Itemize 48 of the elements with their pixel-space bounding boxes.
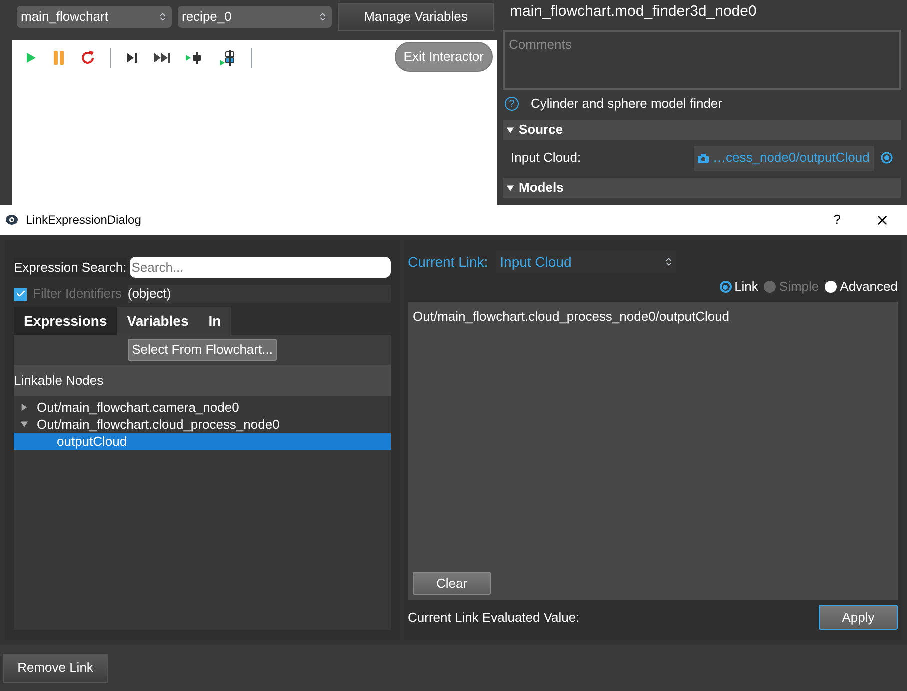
tab[interactable]: Variables [117,307,199,335]
fast-forward-icon[interactable] [153,51,171,65]
section-header[interactable]: Models [503,178,901,198]
link-radio-icon[interactable] [881,152,893,164]
manage-variables-button[interactable]: Manage Variables [338,3,494,31]
field-label: Input Cloud: [511,149,582,168]
filter-label: Filter Identifiers [33,285,122,304]
apply-button[interactable]: Apply [819,605,898,630]
current-link-select[interactable]: Input Cloud [496,251,676,273]
expanded-arrow-icon[interactable] [506,184,515,192]
expression-text[interactable]: Out/main_flowchart.cloud_process_node0/outputCloud [413,307,893,326]
filter-type: (object) [128,285,391,303]
search-field[interactable]: Search... [130,257,391,278]
tab[interactable]: In [198,307,232,335]
clear-button[interactable]: Clear [413,572,491,595]
help-button[interactable]: ? [834,210,841,230]
tab[interactable]: Expressions [14,307,118,335]
section-header[interactable]: Source [503,120,901,140]
tree-item[interactable]: outputCloud [14,433,391,450]
tree-item[interactable]: Out/main_flowchart.cloud_process_node0 [14,416,391,433]
expanded-arrow-icon[interactable] [506,126,515,134]
camera-icon [698,154,709,162]
run-node-icon[interactable] [219,49,237,67]
remove-link-button[interactable]: Remove Link [3,654,108,682]
link-field[interactable]: …cess_node0/outputCloud [694,146,874,170]
mode-radio[interactable]: Link [720,277,758,297]
step-icon[interactable] [125,51,139,65]
spinner-icon [664,257,674,267]
comments-field[interactable]: Comments [503,30,901,90]
node-title: main_flowchart.mod_finder3d_node0 [509,2,758,22]
current-link-label: Current Link: [408,252,488,272]
node-description: Cylinder and sphere model finder [531,95,722,114]
spinner-icon [158,12,168,22]
tree-item[interactable]: Out/main_flowchart.camera_node0 [14,399,391,416]
tree-header: Linkable Nodes [14,365,391,396]
mode-radio[interactable]: Advanced [825,277,898,297]
search-label: Expression Search: [14,258,127,278]
eye-logo-icon [5,214,19,226]
collapsed-arrow-icon[interactable] [20,403,29,412]
expanded-arrow-icon[interactable] [20,420,29,429]
select-from-flowchart-button[interactable]: Select From Flowchart... [128,339,277,361]
recipe-select[interactable]: recipe_0 [178,6,332,28]
dialog-title: LinkExpressionDialog [26,212,142,229]
evaluated-value-label: Current Link Evaluated Value: [408,608,580,627]
help-icon[interactable]: ? [505,97,519,111]
spinner-icon [318,12,328,22]
flowchart-select[interactable]: main_flowchart [17,6,172,28]
restart-icon[interactable] [80,50,96,66]
